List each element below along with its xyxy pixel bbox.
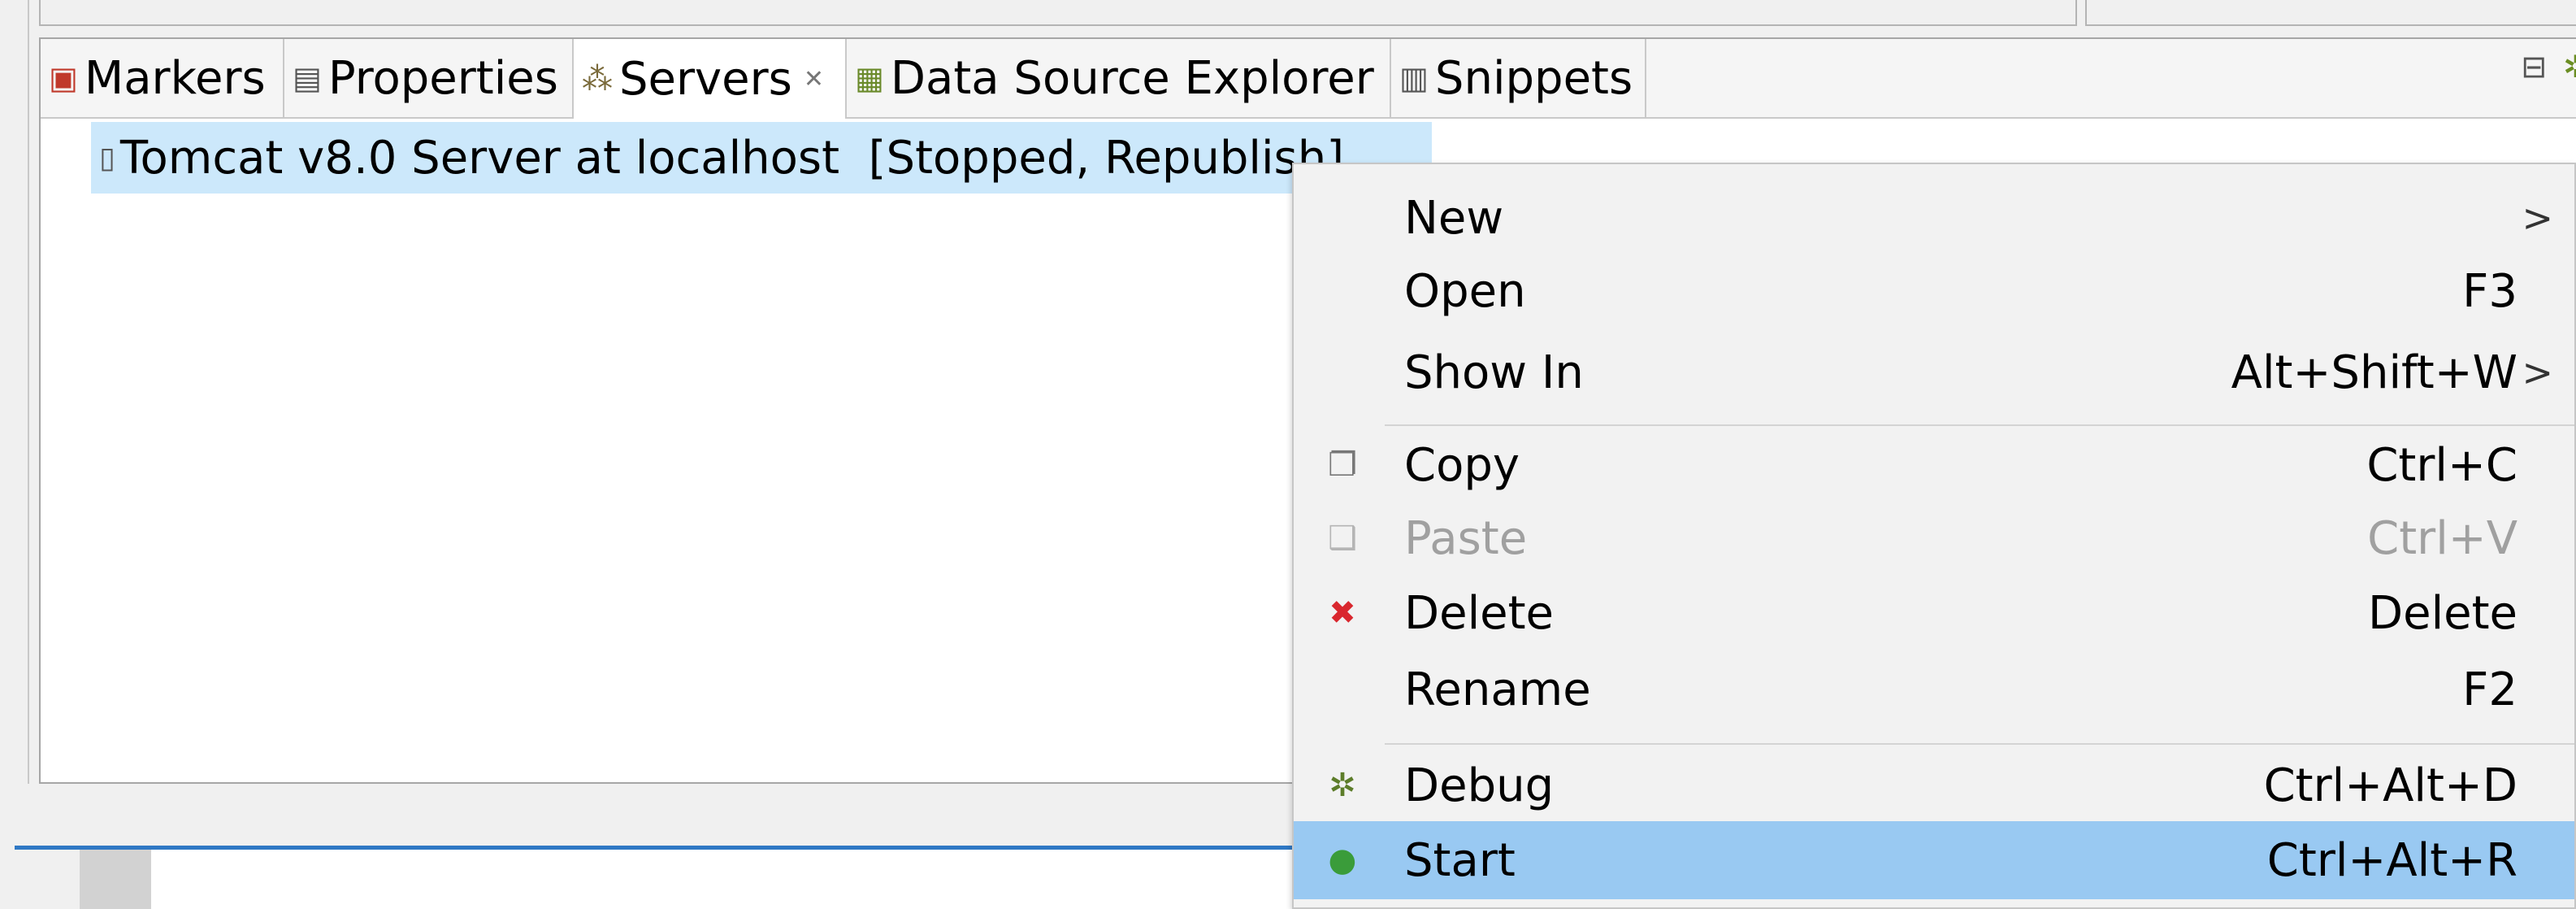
pane-divider (28, 0, 29, 784)
paste-icon: ❑ (1328, 520, 1357, 557)
menu-item-shortcut: Ctrl+Alt+D (2263, 759, 2517, 812)
debug-icon: ✲ (1329, 767, 1356, 804)
submenu-arrow-icon: > (2522, 196, 2553, 240)
menu-item-shortcut: F2 (2462, 663, 2517, 716)
menu-item-start[interactable]: ● Start Ctrl+Alt+R (1294, 821, 2574, 899)
server-label: Tomcat v8.0 Server at localhost [Stopped… (119, 131, 1345, 185)
delete-icon: ✖ (1329, 594, 1356, 632)
server-icon: ▯ (99, 141, 115, 175)
context-menu: New > Open F3 Show In Alt+Shift+W > ❐ Co… (1292, 163, 2576, 909)
tab-properties[interactable]: ▤ Properties (284, 39, 574, 117)
tab-label: Snippets (1434, 51, 1633, 105)
menu-item-open[interactable]: Open F3 (1294, 255, 2574, 327)
gutter (80, 850, 151, 909)
menu-separator (1385, 743, 2574, 745)
tab-markers[interactable]: ▣ Markers (41, 39, 284, 117)
menu-item-shortcut: Alt+Shift+W (2231, 346, 2517, 399)
tab-label: Properties (327, 51, 558, 105)
menu-item-label: Open (1404, 264, 1526, 318)
tab-label: Markers (84, 51, 266, 105)
menu-item-label: New (1404, 191, 1504, 245)
view-tab-bar: ▣ Markers ▤ Properties ⁂ Servers ✕ ▦ Dat… (41, 39, 2576, 119)
debug-server-icon[interactable]: ✲ (2563, 49, 2576, 85)
menu-item-delete[interactable]: ✖ Delete Delete (1294, 577, 2574, 649)
menu-item-shortcut: Ctrl+V (2367, 511, 2517, 565)
menu-item-copy[interactable]: ❐ Copy Ctrl+C (1294, 429, 2574, 501)
menu-item-label: Copy (1404, 438, 1520, 492)
menu-separator (1385, 424, 2574, 426)
side-pane-edge (2085, 0, 2576, 26)
console-area (151, 850, 1299, 909)
menu-item-label: Rename (1404, 663, 1591, 716)
snippets-icon: ▥ (1399, 60, 1429, 96)
start-icon: ● (1328, 842, 1357, 879)
menu-item-shortcut: Ctrl+Alt+R (2266, 833, 2517, 887)
menu-item-debug[interactable]: ✲ Debug Ctrl+Alt+D (1294, 750, 2574, 821)
menu-item-shortcut: Delete (2368, 586, 2517, 640)
data-source-icon: ▦ (855, 60, 884, 96)
menu-item-label: Paste (1404, 511, 1528, 565)
menu-item-label: Start (1404, 833, 1516, 887)
menu-item-label: Show In (1404, 346, 1584, 399)
editor-pane-edge (39, 0, 2077, 26)
menu-item-rename[interactable]: Rename F2 (1294, 654, 2574, 725)
tab-snippets[interactable]: ▥ Snippets (1391, 39, 1646, 117)
tab-label: Data Source Explorer (890, 51, 1374, 105)
minimize-icon[interactable]: ⊟ (2521, 49, 2547, 85)
tab-servers[interactable]: ⁂ Servers ✕ (574, 39, 847, 119)
close-icon[interactable]: ✕ (804, 65, 824, 94)
server-row[interactable]: ▯ Tomcat v8.0 Server at localhost [Stopp… (91, 122, 1432, 194)
menu-item-label: Debug (1404, 759, 1555, 812)
markers-icon: ▣ (49, 60, 78, 96)
menu-item-shortcut: Ctrl+C (2366, 438, 2517, 492)
properties-icon: ▤ (293, 60, 322, 96)
tab-label: Servers (619, 52, 792, 106)
menu-item-shortcut: F3 (2462, 264, 2517, 318)
menu-item-paste[interactable]: ❑ Paste Ctrl+V (1294, 502, 2574, 574)
tab-data-source-explorer[interactable]: ▦ Data Source Explorer (847, 39, 1391, 117)
menu-item-new[interactable]: New > (1294, 182, 2574, 254)
servers-icon: ⁂ (582, 61, 613, 97)
menu-item-label: Delete (1404, 586, 1554, 640)
copy-icon: ❐ (1328, 446, 1357, 484)
menu-item-show-in[interactable]: Show In Alt+Shift+W > (1294, 337, 2574, 408)
submenu-arrow-icon: > (2522, 350, 2553, 394)
view-toolbar: ⊟ ✲ (2521, 49, 2576, 85)
